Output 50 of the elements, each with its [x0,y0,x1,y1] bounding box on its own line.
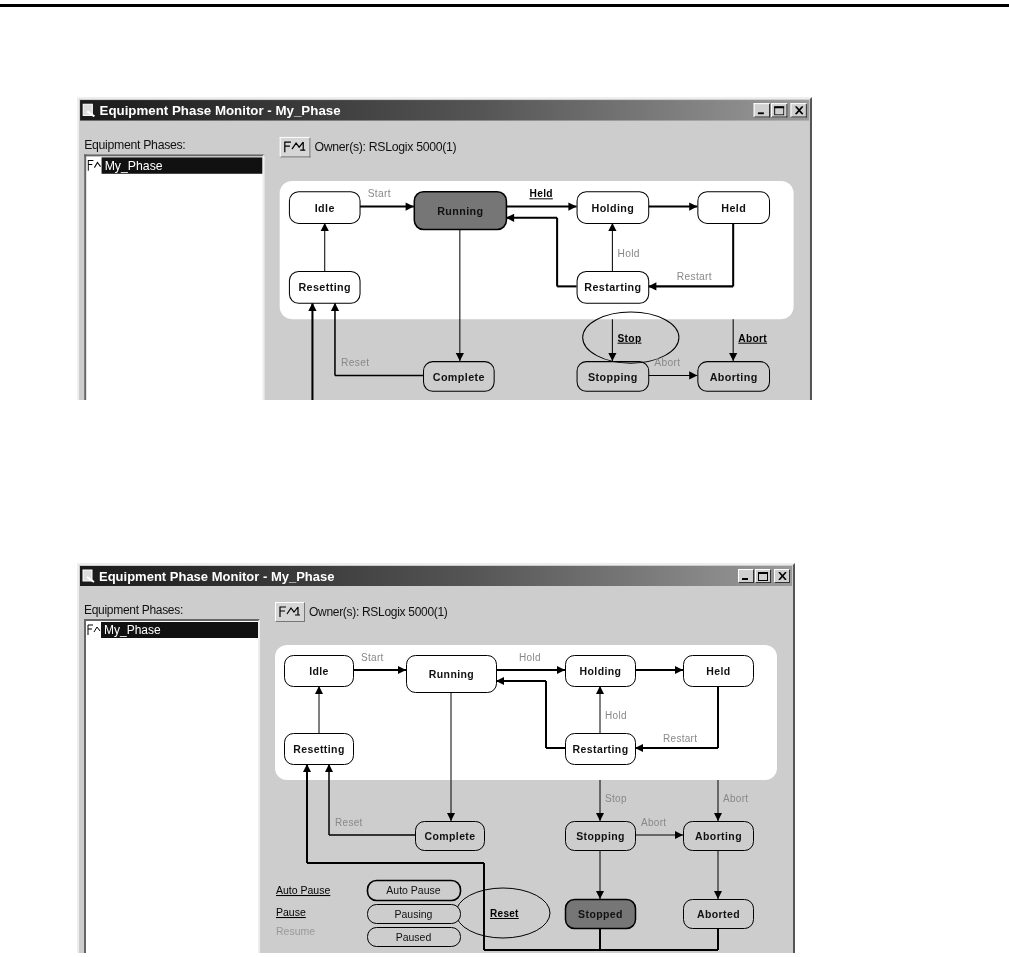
command-label[interactable]: Restart [663,733,698,744]
state-node: Aborting [697,361,771,392]
command-label[interactable]: Reset [341,357,370,369]
pause-state-node: Pausing [367,904,461,924]
state-node: Held [697,191,771,224]
list-item[interactable]: My_Phase [101,622,258,638]
command-label[interactable]: Stop [605,793,627,804]
list-label: Equipment Phases: [84,603,184,617]
state-node: Complete [415,821,485,851]
state-node: Running [413,190,508,231]
command-label[interactable]: Abort [738,332,768,344]
command-label[interactable]: Hold [519,652,541,663]
state-node: Stopping [565,821,636,851]
command-label[interactable]: Start [367,188,391,200]
state-node: Restarting [565,733,636,765]
state-node: Idle [284,655,354,687]
command-label[interactable]: Stop [617,332,642,344]
state-node: Stopped [564,898,637,930]
state-node: Idle [288,191,361,224]
owner-text: Owner(s): RSLogix 5000(1) [314,140,457,155]
command-label[interactable]: Hold [617,247,640,259]
owner-text: Owner(s): RSLogix 5000(1) [309,605,448,619]
state-node: Aborted [683,899,754,929]
command-label[interactable]: Reset [490,908,519,919]
window-title: Equipment Phase Monitor - My_Phase [99,102,342,118]
state-node: Resetting [288,271,361,304]
command-label[interactable]: Held [529,188,553,200]
state-node: Holding [565,655,636,687]
command-label[interactable]: Start [361,652,384,663]
state-node: Resetting [284,733,354,765]
window-title: Equipment Phase Monitor - My_Phase [99,568,336,584]
list-item[interactable]: My_Phase [101,157,263,174]
command-label[interactable]: Abort [654,357,681,369]
pause-state-node: Auto Pause [366,879,462,902]
state-node: Running [406,655,497,693]
pause-command-label[interactable]: Pause [276,906,306,918]
command-label[interactable]: Abort [641,817,667,828]
command-label[interactable]: Reset [335,817,363,828]
state-node: Aborting [683,821,754,851]
state-node: Stopping [576,361,650,392]
pause-state-node: Paused [367,927,461,947]
state-node: Held [683,655,754,687]
state-node: Holding [576,191,650,224]
command-label[interactable]: Hold [605,710,627,721]
command-label[interactable]: Abort [723,793,749,804]
pause-command-label[interactable]: Auto Pause [276,884,331,896]
state-node: Restarting [576,271,650,304]
list-label: Equipment Phases: [84,137,187,153]
command-label[interactable]: Restart [676,271,712,283]
state-node: Complete [423,361,495,392]
